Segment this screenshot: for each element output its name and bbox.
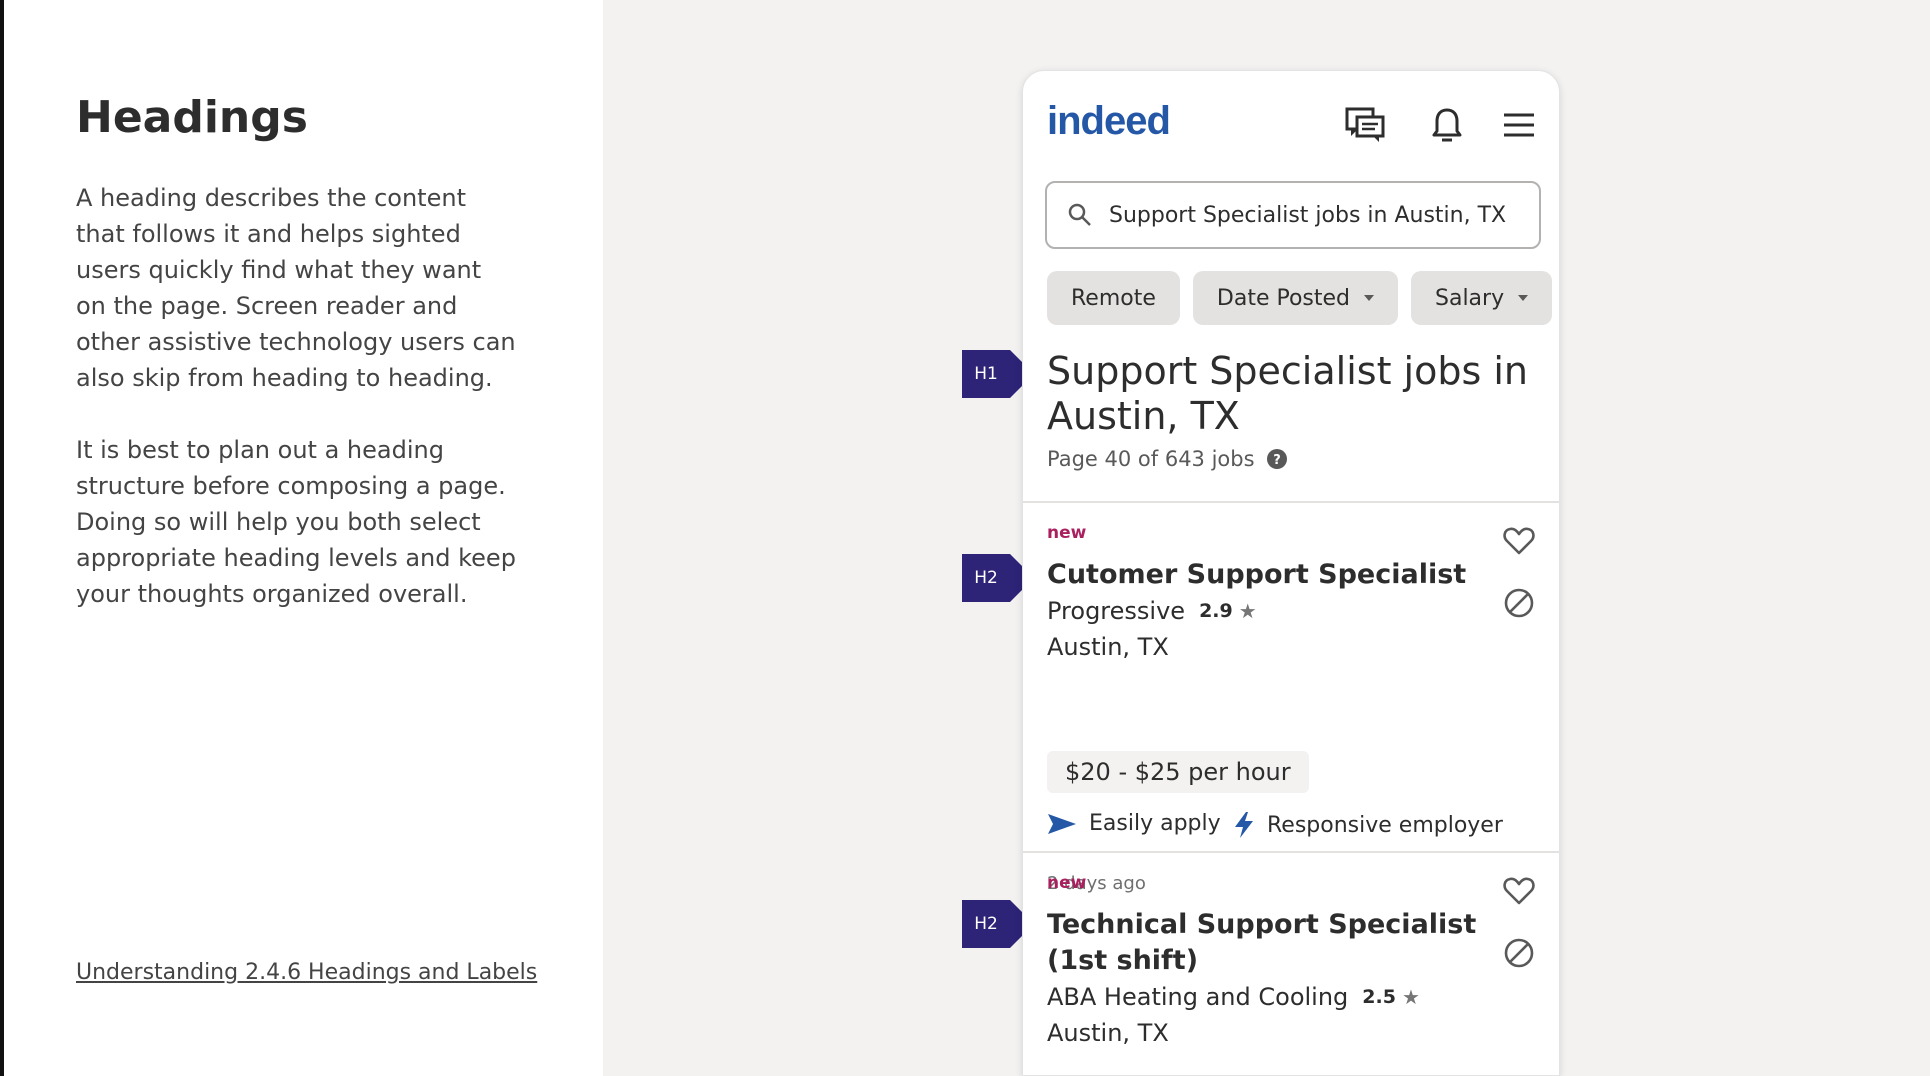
company-rating: 2.5	[1362, 986, 1396, 1008]
salary-badge: $20 - $25 per hour	[1047, 751, 1309, 793]
chip-label: Remote	[1071, 285, 1156, 311]
search-value: Support Specialist jobs in Austin, TX	[1109, 202, 1507, 228]
not-interested-icon[interactable]	[1501, 935, 1537, 971]
svg-text:?: ?	[1273, 453, 1281, 468]
company-name: Progressive	[1047, 597, 1186, 625]
results-count-text: Page 40 of 643 jobs	[1047, 447, 1255, 471]
h2-marker-label: H2	[962, 900, 1010, 948]
star-icon: ★	[1401, 985, 1420, 1009]
guidance-panel: Headings A heading describes the content…	[0, 0, 603, 1076]
company-line: Progressive 2.9 ★	[1047, 597, 1257, 625]
new-badge: new	[1047, 873, 1087, 893]
search-input[interactable]: Support Specialist jobs in Austin, TX	[1045, 181, 1541, 249]
new-badge: new	[1047, 523, 1087, 543]
caret-down-icon	[1518, 295, 1529, 301]
menu-icon[interactable]	[1497, 103, 1541, 147]
chip-label: Date Posted	[1216, 285, 1350, 311]
heart-icon[interactable]	[1501, 873, 1537, 909]
remote-filter[interactable]: Remote	[1047, 271, 1180, 325]
h2-marker-label: H2	[962, 554, 1010, 602]
messages-icon[interactable]	[1343, 103, 1387, 147]
lightning-icon	[1235, 812, 1253, 838]
divider	[1023, 501, 1559, 503]
indeed-logo[interactable]: indeed	[1047, 99, 1171, 144]
guidance-paragraph-1: A heading describes the content that fol…	[76, 184, 516, 392]
feature-label: Easily apply	[1089, 811, 1221, 836]
company-rating: 2.9	[1199, 600, 1233, 622]
results-count: Page 40 of 643 jobs ?	[1047, 447, 1287, 471]
company-line: ABA Heating and Cooling 2.5 ★	[1047, 983, 1420, 1011]
salary-filter[interactable]: Salary	[1411, 271, 1553, 325]
mobile-screen: indeed Support Specialist jobs in Austin	[1022, 70, 1560, 1076]
guidance-title: Headings	[76, 92, 308, 143]
filter-bar: Remote Date Posted Salary	[1047, 271, 1553, 325]
heart-icon[interactable]	[1501, 523, 1537, 559]
notifications-icon[interactable]	[1425, 103, 1469, 147]
results-heading: Support Specialist jobs in Austin, TX	[1047, 349, 1528, 438]
feature-label: Responsive employer	[1267, 812, 1503, 838]
job-title[interactable]: Technical Support Specialist (1st shift)	[1047, 907, 1487, 979]
job-title[interactable]: Cutomer Support Specialist	[1047, 557, 1487, 593]
job-location: Austin, TX	[1047, 633, 1169, 661]
divider	[1023, 851, 1559, 853]
chip-label: Salary	[1435, 285, 1505, 311]
h1-marker-label: H1	[962, 350, 1010, 398]
guidance-paragraph-2: It is best to plan out a heading structu…	[76, 436, 516, 608]
date-posted-filter[interactable]: Date Posted	[1192, 271, 1398, 325]
star-icon: ★	[1238, 599, 1257, 623]
help-icon[interactable]: ?	[1266, 449, 1287, 469]
responsive-employer-feature: Responsive employer	[1233, 811, 1503, 839]
caret-down-icon	[1364, 295, 1374, 301]
easily-apply-feature: Easily apply	[1047, 811, 1221, 836]
search-icon	[1068, 203, 1091, 226]
send-icon	[1048, 813, 1076, 834]
not-interested-icon[interactable]	[1501, 585, 1537, 621]
understanding-link[interactable]: Understanding 2.4.6 Headings and Labels	[76, 960, 537, 985]
company-name: ABA Heating and Cooling	[1047, 983, 1349, 1011]
job-location: Austin, TX	[1047, 1019, 1169, 1047]
